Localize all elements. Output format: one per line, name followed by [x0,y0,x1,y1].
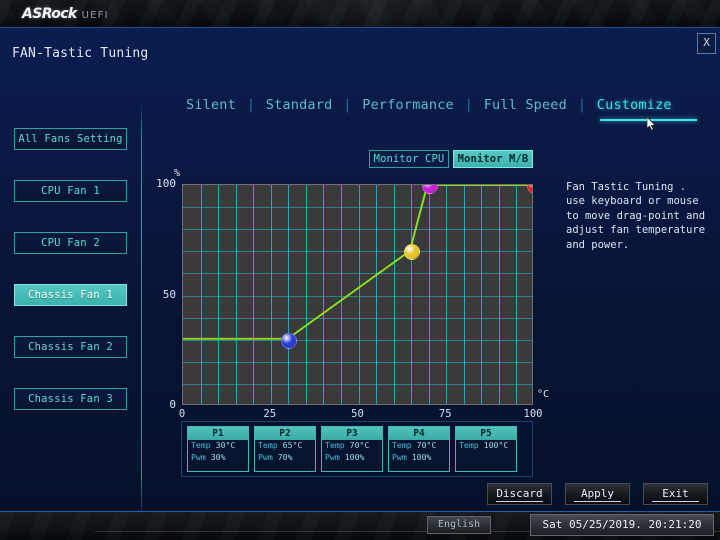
page-title: FAN-Tastic Tuning [12,46,149,61]
help-description: Fan Tastic Tuning . use keyboard or mous… [566,181,706,251]
point-temp-row: Temp 70°C [389,440,449,452]
point-box-title: P4 [389,427,449,440]
fan-curve-chart[interactable] [182,184,533,405]
x-tick-label: 25 [263,408,277,420]
point-box-p2[interactable]: P2 Temp 65°C Pwm 70% [254,426,316,472]
temp-value: 100°C [483,440,509,450]
pwm-label: Pwm [392,451,407,462]
datetime-display: Sat 05/25/2019. 20:21:20 [530,514,714,536]
temp-label: Temp [191,440,211,450]
fan-curve-line [183,185,532,340]
brand-name: ASRock [22,6,77,22]
pwm-value: 100% [344,451,365,462]
asrock-logo: ASRock UEFI [22,6,109,22]
point-box-p4[interactable]: P4 Temp 70°C Pwm 100% [388,426,450,472]
x-tick-label: 0 [178,408,186,420]
sidebar-divider [141,103,142,523]
sidebar-item-all-fans-setting[interactable]: All Fans Setting [14,128,127,150]
point-box-p3[interactable]: P3 Temp 70°C Pwm 100% [321,426,383,472]
point-box-title: P3 [322,427,382,440]
temp-label: Temp [325,440,345,450]
temp-value: 30°C [215,440,236,450]
discard-button[interactable]: Discard [487,483,552,505]
point-temp-row: Temp 65°C [255,440,315,452]
apply-button[interactable]: Apply [565,483,630,505]
point-pwm-row: Pwm 70% [255,452,315,464]
drag-point-p1[interactable] [281,332,298,349]
exit-button[interactable]: Exit [643,483,708,505]
x-tick-label: 75 [438,408,452,420]
pwm-label: Pwm [258,451,273,462]
active-tab-underline [600,119,697,121]
close-icon[interactable]: X [697,33,716,54]
tab-standard[interactable]: Standard [255,97,344,113]
monitor-cpu-button[interactable]: Monitor CPU [369,150,449,168]
temp-label: Temp [392,440,412,450]
sidebar-item-chassis-fan-2[interactable]: Chassis Fan 2 [14,336,127,358]
language-button[interactable]: English [427,516,491,534]
pwm-label: Pwm [191,451,206,462]
point-temp-row: Temp 30°C [188,440,248,452]
brand-suffix: UEFI [81,10,109,21]
tab-performance[interactable]: Performance [351,97,465,113]
sidebar-item-chassis-fan-3[interactable]: Chassis Fan 3 [14,388,127,410]
point-pwm-row: Pwm 100% [389,452,449,464]
pwm-value: 70% [277,451,293,462]
sidebar-item-chassis-fan-1[interactable]: Chassis Fan 1 [14,284,127,306]
pwm-value: 100% [411,451,432,462]
tab-silent[interactable]: Silent [175,97,247,113]
temp-label: Temp [258,440,278,450]
temp-label: Temp [459,440,479,450]
pwm-value: 30% [210,451,226,462]
point-box-title: P1 [188,427,248,440]
point-pwm-row: Pwm 30% [188,452,248,464]
uefi-screen: ASRock UEFI FAN-Tastic Tuning X Silent | S… [0,0,720,540]
preset-tabs: Silent | Standard | Performance | Full Speed | C… [175,97,683,113]
curve-polyline [183,185,532,340]
tab-separator: | [577,97,586,113]
point-box-title: P2 [255,427,315,440]
monitor-mb-button[interactable]: Monitor M/B [453,150,533,168]
point-temp-row: Temp 100°C [456,440,516,452]
tab-customize[interactable]: Customize [586,97,683,113]
temp-value: 65°C [282,440,303,450]
y-tick-label: 100 [156,177,176,190]
point-temp-row: Temp 70°C [322,440,382,452]
temp-value: 70°C [416,440,437,450]
x-tick-label: 100 [523,408,543,420]
point-box-p5[interactable]: P5 Temp 100°C [455,426,517,472]
title-bar: ASRock UEFI [0,0,720,28]
point-pwm-row: Pwm 100% [322,452,382,464]
tab-separator: | [246,97,255,113]
chart-plot-area [182,184,533,405]
temp-value: 70°C [349,440,370,450]
tab-separator: | [464,97,473,113]
y-tick-label: 50 [162,287,176,301]
sidebar-item-cpu-fan-2[interactable]: CPU Fan 2 [14,232,127,254]
drag-point-p2[interactable] [404,244,421,261]
x-axis-unit-label: °C [537,389,550,400]
point-box-p1[interactable]: P1 Temp 30°C Pwm 30% [187,426,249,472]
tab-separator: | [343,97,352,113]
point-box-title: P5 [456,427,516,440]
tab-full-speed[interactable]: Full Speed [473,97,578,113]
x-tick-label: 50 [351,408,364,420]
sidebar-item-cpu-fan-1[interactable]: CPU Fan 1 [14,180,127,202]
pwm-label: Pwm [325,451,340,462]
